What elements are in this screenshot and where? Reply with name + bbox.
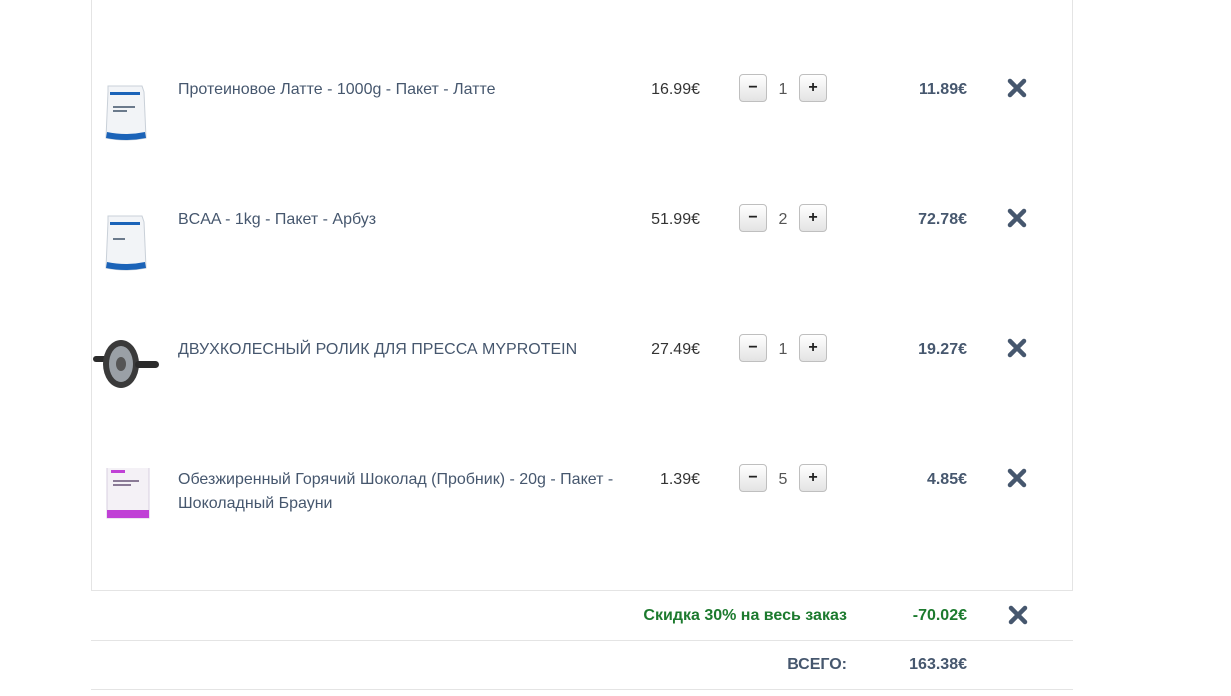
increase-quantity-button[interactable]: + <box>799 334 827 362</box>
increase-quantity-button[interactable]: + <box>799 464 827 492</box>
unit-price: 51.99€ <box>651 211 700 228</box>
remove-item-button[interactable] <box>1005 76 1029 100</box>
total-amount: 163.38€ <box>909 656 967 673</box>
quantity-value: 1 <box>778 81 788 98</box>
total-label: ВСЕГО: <box>787 656 847 673</box>
x-icon <box>1007 78 1027 98</box>
summary-divider <box>91 640 1073 641</box>
product-thumbnail[interactable] <box>91 78 161 148</box>
unit-price: 27.49€ <box>651 341 700 358</box>
discount-label: Скидка 30% на весь заказ <box>643 607 847 624</box>
summary-divider <box>91 689 1073 690</box>
remove-item-button[interactable] <box>1005 466 1029 490</box>
decrease-quantity-button[interactable]: − <box>739 204 767 232</box>
increase-quantity-button[interactable]: + <box>799 204 827 232</box>
x-icon <box>1007 208 1027 228</box>
line-total: 4.85€ <box>926 471 967 488</box>
product-thumbnail[interactable] <box>91 338 161 408</box>
increase-quantity-button[interactable]: + <box>799 74 827 102</box>
product-thumbnail[interactable] <box>91 468 161 538</box>
unit-price: 1.39€ <box>659 471 700 488</box>
cart-item-row: Обезжиренный Горячий Шоколад (Пробник) -… <box>0 464 1231 608</box>
decrease-quantity-button[interactable]: − <box>739 464 767 492</box>
cart-item-row: BCAA - 1kg - Пакет - Арбуз 51.99€ − 2 + … <box>0 204 1231 348</box>
product-name[interactable]: BCAA - 1kg - Пакет - Арбуз <box>178 208 618 232</box>
discount-amount: -70.02€ <box>912 607 967 624</box>
quantity-value: 1 <box>778 341 788 358</box>
remove-discount-button[interactable] <box>1006 603 1030 627</box>
cart-item-row: Протеиновое Латте - 1000g - Пакет - Латт… <box>0 74 1231 218</box>
x-icon <box>1007 468 1027 488</box>
product-name[interactable]: ДВУХКОЛЕСНЫЙ РОЛИК ДЛЯ ПРЕССА MYPROTEIN <box>178 338 618 362</box>
line-total: 11.89€ <box>918 81 967 98</box>
line-total: 19.27€ <box>918 341 967 358</box>
unit-price: 16.99€ <box>651 81 700 98</box>
x-icon <box>1008 605 1028 625</box>
remove-item-button[interactable] <box>1005 336 1029 360</box>
decrease-quantity-button[interactable]: − <box>739 74 767 102</box>
cart-item-row: ДВУХКОЛЕСНЫЙ РОЛИК ДЛЯ ПРЕССА MYPROTEIN … <box>0 334 1231 478</box>
decrease-quantity-button[interactable]: − <box>739 334 767 362</box>
quantity-value: 5 <box>778 471 788 488</box>
quantity-value: 2 <box>778 211 788 228</box>
product-thumbnail[interactable] <box>91 208 161 278</box>
remove-item-button[interactable] <box>1005 206 1029 230</box>
x-icon <box>1007 338 1027 358</box>
line-total: 72.78€ <box>918 211 967 228</box>
product-name[interactable]: Протеиновое Латте - 1000g - Пакет - Латт… <box>178 78 618 102</box>
product-name[interactable]: Обезжиренный Горячий Шоколад (Пробник) -… <box>178 468 618 516</box>
